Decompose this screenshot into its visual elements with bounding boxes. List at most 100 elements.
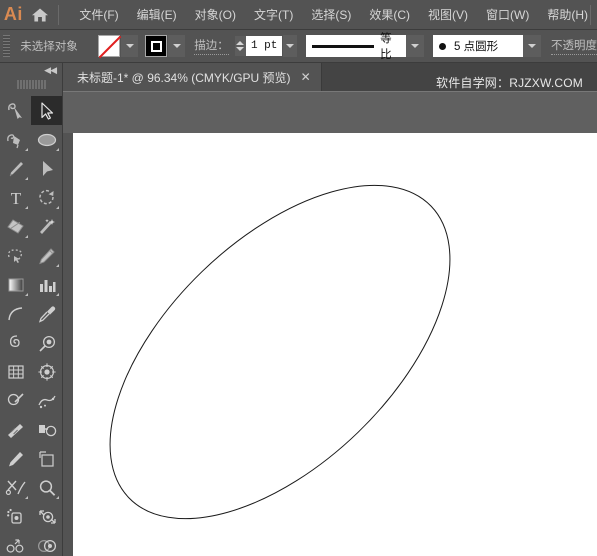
close-icon[interactable]: ✕ [301,71,311,83]
rotate-tool[interactable] [31,183,62,212]
curvature-tool[interactable] [0,386,31,415]
symbol-sprayer-tool[interactable] [31,386,62,415]
pen-tool[interactable] [0,125,31,154]
rectangular-grid-tool[interactable] [0,357,31,386]
stroke-profile-select[interactable]: 等比 [306,33,406,61]
stepper-up-icon [236,41,245,45]
tool-row [0,444,62,473]
menu-item-edit[interactable]: 编辑(E) [128,2,186,27]
spiral-tool[interactable] [0,328,31,357]
magic-wand-tool[interactable] [31,212,62,241]
zoom-tool[interactable] [31,473,62,502]
stroke-weight-stepper[interactable] [234,36,246,56]
control-bar-drag-handle[interactable] [3,35,11,57]
free-transform-tool[interactable] [31,502,62,531]
tools-panel: ◀◀ T [0,63,63,556]
tool-flyout-indicator-icon [56,293,59,296]
stroke-profile-value: 等比 [380,33,392,61]
artboard-tool[interactable] [31,444,62,473]
collapse-panel-icon[interactable]: ◀◀ [44,65,57,76]
document-tab-bar: 未标题-1* @ 96.34% (CMYK/GPU 预览) ✕ 软件自学网：RJ… [63,63,597,91]
shaper-tool[interactable] [0,96,31,125]
puppet-warp-tool[interactable] [0,502,31,531]
tool-row [0,241,62,270]
menu-item-view[interactable]: 视图(V) [419,2,477,27]
stroke-weight-label[interactable]: 描边： [194,37,229,55]
tool-row [0,270,62,299]
menu-item-select[interactable]: 选择(S) [302,2,360,27]
none-diagonal-icon [98,35,122,59]
scale-tool[interactable] [0,531,31,556]
watermark-text: 软件自学网：RJZXW.COM [436,76,583,90]
fill-dropdown-button[interactable] [121,35,139,57]
tool-flyout-indicator-icon [25,148,28,151]
tools-panel-drag-handle[interactable] [16,78,46,90]
stroke-dropdown-button[interactable] [168,35,186,57]
column-graph-tool[interactable] [31,270,62,299]
tool-flyout-indicator-icon [25,177,28,180]
menu-item-help[interactable]: 帮助(H) [538,2,597,27]
tool-flyout-indicator-icon [25,235,28,238]
selection-status-label: 未选择对象 [20,41,78,53]
eraser-tool[interactable] [0,212,31,241]
brush-definition-dropdown-button[interactable] [523,35,541,57]
tool-row [0,502,62,531]
direct-selection-tool[interactable] [31,154,62,183]
opacity-label[interactable]: 不透明度 [551,37,597,55]
document-ruler-strip [63,91,597,133]
fill-swatch[interactable] [98,35,122,59]
control-bar: 未选择对象 描边： 1 pt 等比 5 点圆形 不透明度 [0,30,597,63]
stroke-swatch[interactable] [145,35,168,57]
chevron-down-icon [125,44,134,48]
menu-item-window[interactable]: 窗口(W) [477,2,538,27]
document-tab[interactable]: 未标题-1* @ 96.34% (CMYK/GPU 预览) ✕ [63,63,322,91]
ai-logo: Ai [3,4,23,24]
brush-definition-select[interactable]: 5 点圆形 [433,35,523,57]
menu-item-effect[interactable]: 效果(C) [360,2,419,27]
paintbrush-tool[interactable] [0,154,31,183]
knife-tool[interactable] [0,444,31,473]
menu-item-object[interactable]: 对象(O) [186,2,245,27]
rotated-ellipse-path[interactable] [73,133,509,556]
menu-bar-end-divider [590,5,591,25]
illustrator-window: Ai 文件(F) 编辑(E) 对象(O) 文字(T) 选择(S) 效果(C) 视… [0,0,597,556]
stroke-weight-input[interactable]: 1 pt [245,36,283,56]
home-icon[interactable] [27,0,54,30]
tool-row [0,531,62,556]
shape-builder-tool[interactable] [31,415,62,444]
tool-row [0,125,62,154]
flare-tool[interactable] [31,357,62,386]
width-tool[interactable] [0,415,31,444]
blob-brush-tool[interactable] [31,328,62,357]
eyedropper-tool[interactable] [31,299,62,328]
tool-row [0,212,62,241]
tool-flyout-indicator-icon [25,496,28,499]
scissors-tool[interactable] [0,473,31,502]
tool-flyout-indicator-icon [56,496,59,499]
pencil-tool[interactable] [31,241,62,270]
menu-item-type[interactable]: 文字(T) [245,2,302,27]
menu-divider [57,4,59,25]
stroke-weight-dropdown-button[interactable] [283,35,297,57]
stroke-profile-dropdown-button[interactable] [406,35,424,57]
arc-tool[interactable] [0,299,31,328]
ellipse-tool[interactable] [31,125,62,154]
menu-bar: Ai 文件(F) 编辑(E) 对象(O) 文字(T) 选择(S) 效果(C) 视… [0,0,597,30]
type-tool[interactable]: T [0,183,31,212]
chevron-down-icon [411,44,419,48]
blend-tool[interactable] [31,531,62,556]
selection-tool[interactable] [31,96,62,125]
lasso-tool[interactable] [0,241,31,270]
tool-row [0,328,62,357]
tool-flyout-indicator-icon [56,264,59,267]
menu-item-file[interactable]: 文件(F) [70,2,127,27]
tools-panel-header: ◀◀ [0,63,62,78]
tool-rows: T [0,94,62,556]
tool-flyout-indicator-icon [56,148,59,151]
tool-row [0,357,62,386]
chevron-down-icon [528,44,536,48]
document-tab-title: 未标题-1* @ 96.34% (CMYK/GPU 预览) [77,70,291,85]
artboard-canvas[interactable] [73,133,597,556]
brush-preview-icon [439,42,446,50]
gradient-tool[interactable] [0,270,31,299]
